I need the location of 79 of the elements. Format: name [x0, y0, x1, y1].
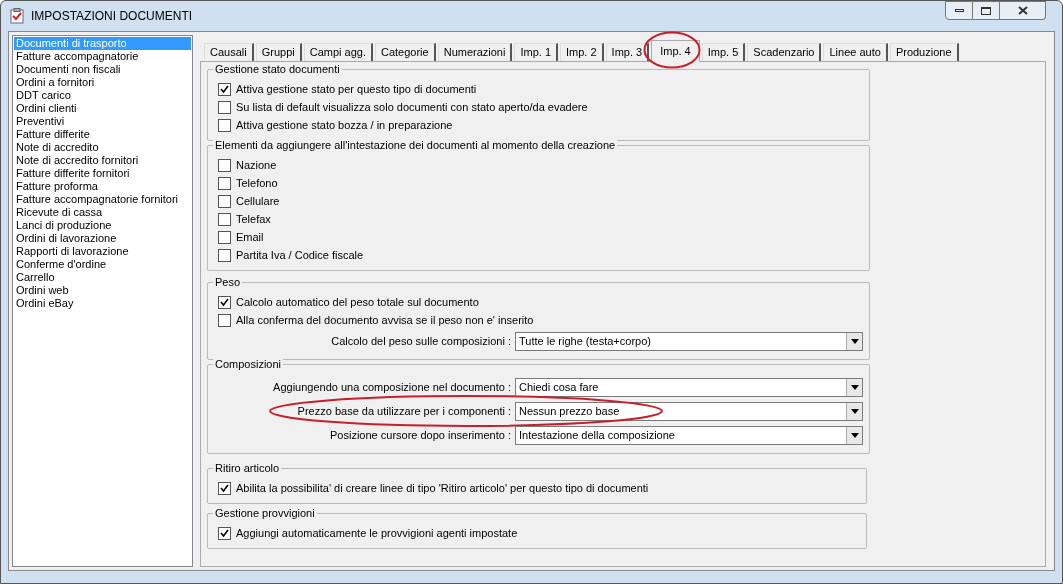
- list-item[interactable]: Fatture proforma: [14, 180, 191, 193]
- list-item[interactable]: Note di accredito: [14, 141, 191, 154]
- tab[interactable]: Scadenzario: [747, 43, 822, 61]
- checkbox[interactable]: [218, 118, 231, 132]
- list-item[interactable]: Preventivi: [14, 115, 191, 128]
- maximize-button[interactable]: [973, 1, 1000, 20]
- checkbox-label: Telefono: [236, 175, 278, 191]
- checkbox-label: Su lista di default visualizza solo documenti con stato aperto/da evadere: [236, 99, 588, 115]
- group-title: Peso: [213, 275, 243, 289]
- checkbox[interactable]: [218, 158, 231, 172]
- checkbox[interactable]: [218, 313, 231, 327]
- close-icon: [1017, 6, 1028, 15]
- tab[interactable]: Imp. 2: [560, 43, 604, 61]
- tab[interactable]: Numerazioni: [437, 43, 513, 61]
- checkbox-label: Email: [236, 229, 264, 245]
- group-title: Gestione provvigioni: [213, 506, 317, 520]
- checkbox-label: Partita Iva / Codice fiscale: [236, 247, 364, 263]
- checkbox-label: Calcolo automatico del peso totale sul documento: [236, 294, 479, 310]
- checkbox-label: Attiva gestione stato bozza / in preparazione: [236, 117, 453, 133]
- checkbox[interactable]: [218, 194, 231, 208]
- field-label: Posizione cursore dopo inserimento :: [330, 427, 511, 443]
- list-item[interactable]: Documenti non fiscali: [14, 63, 191, 76]
- list-item[interactable]: Rapporti di lavorazione: [14, 245, 191, 258]
- group-title: Composizioni: [213, 357, 284, 371]
- close-button[interactable]: [1000, 1, 1046, 20]
- list-item[interactable]: Fatture differite fornitori: [14, 167, 191, 180]
- tab[interactable]: Gruppi: [255, 43, 302, 61]
- group-title: Ritiro articolo: [213, 461, 282, 475]
- checkbox[interactable]: [218, 100, 231, 114]
- tab[interactable]: Imp. 5: [701, 43, 746, 61]
- window-title: IMPOSTAZIONI DOCUMENTI: [31, 8, 193, 25]
- list-item[interactable]: DDT carico: [14, 89, 191, 102]
- tab[interactable]: Campi agg.: [303, 43, 373, 61]
- tab[interactable]: Imp. 1: [514, 43, 558, 61]
- checkbox[interactable]: [218, 295, 231, 309]
- checkbox[interactable]: [218, 248, 231, 262]
- checkbox[interactable]: [218, 481, 231, 495]
- field-label: Aggiungendo una composizione nel documento :: [273, 379, 511, 395]
- dropdown[interactable]: Intestazione della composizione: [515, 425, 863, 445]
- field-label: Calcolo del peso sulle composizioni :: [331, 333, 511, 349]
- list-item[interactable]: Ordini web: [14, 284, 191, 297]
- minimize-button[interactable]: [945, 1, 973, 20]
- checkbox[interactable]: [218, 230, 231, 244]
- list-item[interactable]: Carrello: [14, 271, 191, 284]
- list-item[interactable]: Ordini a fornitori: [14, 76, 191, 89]
- list-item[interactable]: Ordini eBay: [14, 297, 191, 310]
- list-item[interactable]: Lanci di produzione: [14, 219, 191, 232]
- dropdown[interactable]: Nessun prezzo base: [515, 401, 863, 421]
- tab[interactable]: Imp. 3: [605, 43, 650, 61]
- checkbox-label: Alla conferma del documento avvisa se il peso non e' inserito: [236, 312, 534, 328]
- checkbox-label: Abilita la possibilita' di creare linee di tipo 'Ritiro articolo' per questo tipo di documenti: [236, 480, 649, 496]
- checkbox-label: Cellulare: [236, 193, 280, 209]
- checkbox-label: Telefax: [236, 211, 271, 227]
- checkbox-label: Nazione: [236, 157, 277, 173]
- clipboard-icon: [9, 8, 25, 24]
- list-item[interactable]: Note di accredito fornitori: [14, 154, 191, 167]
- checkbox[interactable]: [218, 526, 231, 540]
- list-item[interactable]: Fatture accompagnatorie: [14, 50, 191, 63]
- list-item[interactable]: Ordini clienti: [14, 102, 191, 115]
- group-title: Elementi da aggiungere all'intestazione dei documenti al momento della creazione: [213, 138, 618, 152]
- dropdown[interactable]: Chiedi cosa fare: [515, 377, 863, 397]
- tab[interactable]: Imp. 4: [651, 40, 700, 62]
- dropdown[interactable]: Tutte le righe (testa+corpo): [515, 331, 863, 351]
- checkbox[interactable]: [218, 212, 231, 226]
- list-item[interactable]: Fatture accompagnatorie fornitori: [14, 193, 191, 206]
- checkbox[interactable]: [218, 82, 231, 96]
- list-item[interactable]: Ricevute di cassa: [14, 206, 191, 219]
- tab[interactable]: Causali: [204, 43, 254, 61]
- checkbox-label: Attiva gestione stato per questo tipo di documenti: [236, 81, 477, 97]
- list-item[interactable]: Conferme d'ordine: [14, 258, 191, 271]
- list-item[interactable]: Fatture differite: [14, 128, 191, 141]
- checkbox-label: Aggiungi automaticamente le provvigioni agenti impostate: [236, 525, 518, 541]
- tab[interactable]: Linee auto: [823, 43, 888, 61]
- list-item[interactable]: Ordini di lavorazione: [14, 232, 191, 245]
- field-label: Prezzo base da utilizzare per i componenti :: [297, 403, 511, 419]
- tab[interactable]: Produzione: [889, 43, 959, 61]
- tab[interactable]: Categorie: [375, 43, 436, 61]
- checkbox[interactable]: [218, 176, 231, 190]
- group-title: Gestione stato documenti: [213, 62, 342, 76]
